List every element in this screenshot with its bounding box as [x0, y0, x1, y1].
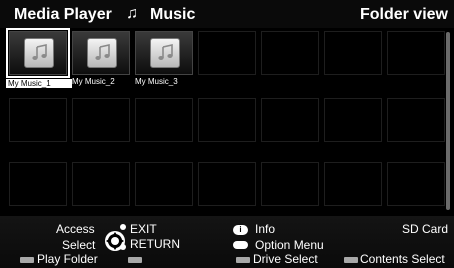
- music-folder-tile[interactable]: My Music_1: [6, 28, 72, 88]
- view-mode-label: Folder view: [359, 6, 448, 23]
- sd-card-label: SD Card: [401, 222, 448, 236]
- empty-tile[interactable]: [198, 98, 256, 142]
- empty-tile[interactable]: [198, 162, 256, 206]
- folder-label: My Music_3: [135, 77, 178, 86]
- empty-tile[interactable]: [387, 162, 445, 206]
- play-folder-color-key: [20, 257, 34, 263]
- footer-guide: Access Select EXIT RETURN i Info Option …: [0, 216, 454, 268]
- empty-tile[interactable]: [324, 98, 382, 142]
- option-badge-icon: [233, 241, 248, 249]
- folder-label: My Music_1: [6, 79, 72, 88]
- return-dot-icon: [120, 244, 126, 250]
- music-folder-tile[interactable]: My Music_2: [72, 31, 130, 86]
- app-title: Media Player: [14, 6, 112, 23]
- empty-tile[interactable]: [9, 98, 67, 142]
- select-label: Select: [62, 238, 96, 252]
- drive-select-label: Drive Select: [253, 252, 318, 266]
- music-note-icon: [150, 38, 180, 68]
- empty-tile[interactable]: [9, 162, 67, 206]
- info-label: Info: [255, 222, 276, 236]
- empty-tile[interactable]: [261, 31, 319, 75]
- folder-thumbnail: [9, 31, 67, 75]
- folder-grid: My Music_1 My Music_2 My Music_3: [6, 28, 446, 214]
- empty-tile[interactable]: [261, 162, 319, 206]
- folder-thumbnail: [72, 31, 130, 75]
- empty-tile[interactable]: [387, 98, 445, 142]
- contents-select-color-key: [344, 257, 358, 263]
- contents-select-label: Contents Select: [360, 252, 445, 266]
- folder-label: My Music_2: [72, 77, 115, 86]
- blank-color-key: [128, 257, 142, 263]
- empty-tile[interactable]: [198, 31, 256, 75]
- music-note-icon: [87, 38, 117, 68]
- drive-select-color-key: [236, 257, 250, 263]
- return-label: RETURN: [130, 237, 180, 251]
- empty-tile[interactable]: [72, 162, 130, 206]
- empty-tile[interactable]: [324, 162, 382, 206]
- empty-tile[interactable]: [135, 162, 193, 206]
- scrollbar[interactable]: [446, 32, 450, 210]
- title-bar: Media Player ♫ Music Folder view: [0, 0, 454, 28]
- folder-thumbnail: [135, 31, 193, 75]
- music-note-icon: [24, 38, 54, 68]
- music-note-icon: ♫: [126, 5, 138, 22]
- exit-dot-icon: [120, 224, 126, 230]
- option-menu-label: Option Menu: [255, 238, 324, 252]
- section-title: Music: [150, 6, 196, 23]
- info-badge-icon: i: [233, 225, 248, 235]
- play-folder-label: Play Folder: [37, 252, 98, 266]
- empty-tile[interactable]: [324, 31, 382, 75]
- access-label: Access: [56, 222, 95, 236]
- exit-label: EXIT: [130, 222, 157, 236]
- empty-tile[interactable]: [135, 98, 193, 142]
- empty-tile[interactable]: [72, 98, 130, 142]
- empty-tile[interactable]: [261, 98, 319, 142]
- music-folder-tile[interactable]: My Music_3: [135, 31, 193, 86]
- empty-tile[interactable]: [387, 31, 445, 75]
